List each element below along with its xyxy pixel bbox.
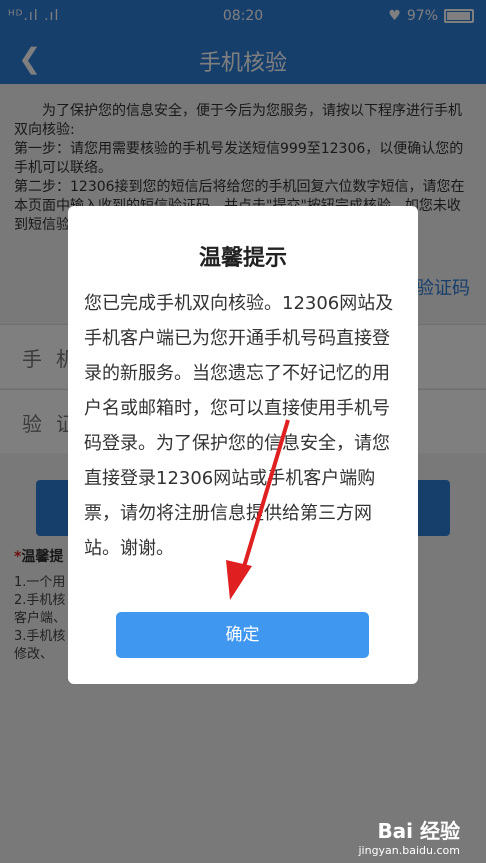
watermark-logo: Bai 经验 (377, 819, 460, 843)
arrow-head (226, 560, 252, 600)
baidu-watermark: Bai 经验 jingyan.baidu.com (358, 815, 460, 857)
arrow-shaft (238, 419, 290, 581)
red-arrow-annotation (226, 419, 290, 600)
watermark-url: jingyan.baidu.com (358, 844, 460, 857)
